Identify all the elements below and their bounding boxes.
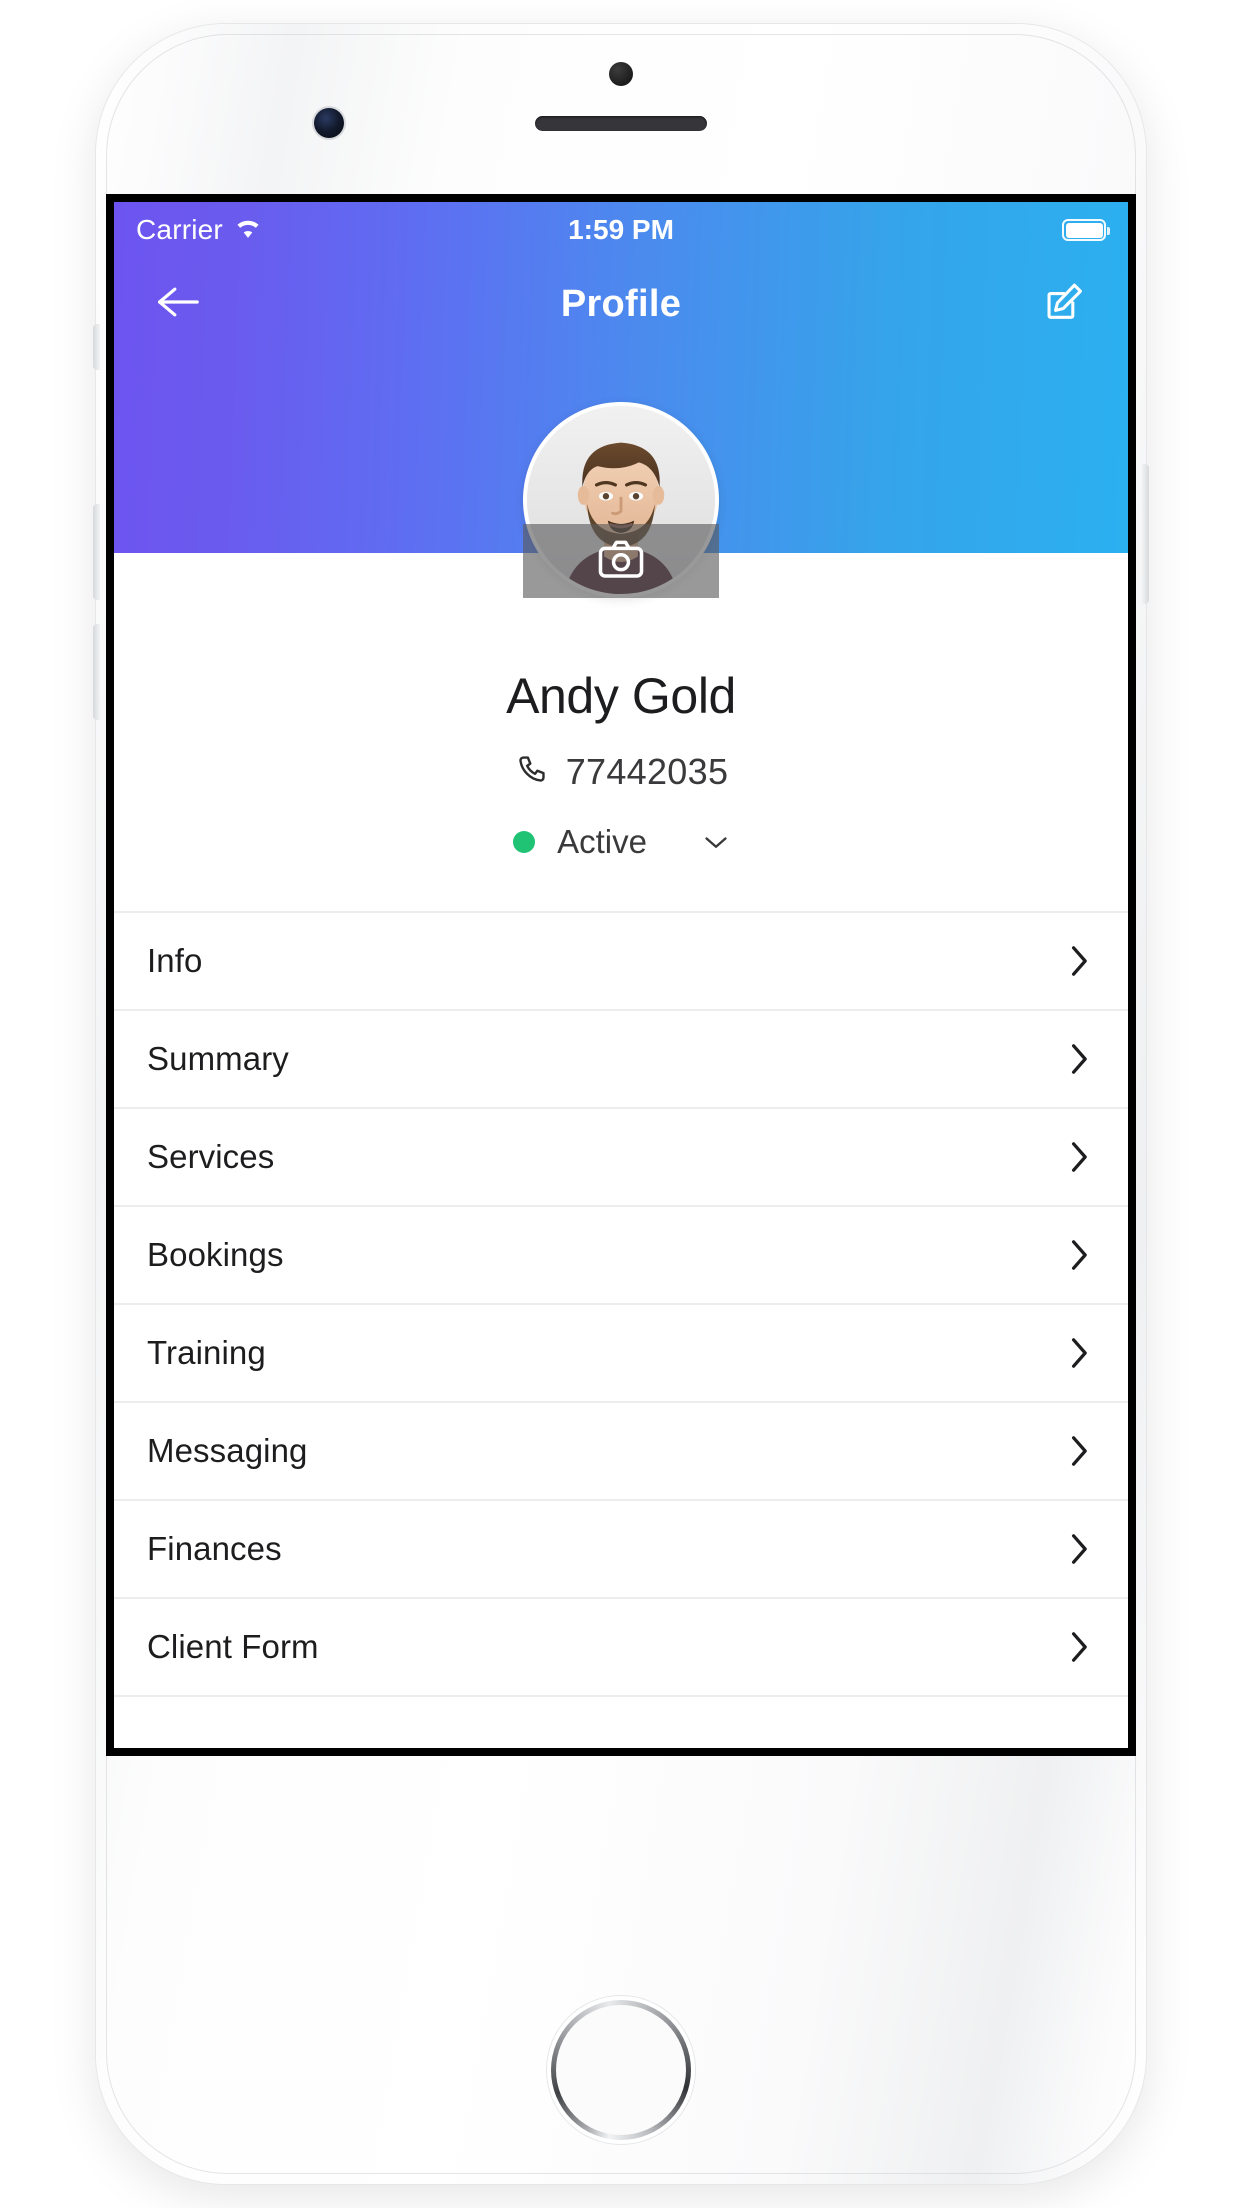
phone-device: Carrier 1:59 PM Profile Andy Gold 774420… [93,24,1149,2184]
power-button[interactable] [1142,464,1149,604]
menu-item-label: Messaging [147,1432,308,1469]
chevron-right-icon [1062,1042,1096,1076]
phone-icon [514,753,548,792]
menu-item-bookings[interactable]: Bookings [114,1207,1128,1305]
chevron-right-icon [1062,1336,1096,1370]
status-bar-left: Carrier [136,214,568,246]
battery-full-icon [1062,219,1111,241]
back-button[interactable] [148,274,208,334]
menu-item-messaging[interactable]: Messaging [114,1403,1128,1501]
navigation-bar: Profile [114,258,1128,350]
camera-icon [598,539,644,584]
status-bar-time: 1:59 PM [568,214,674,245]
chevron-right-icon [1062,1630,1096,1664]
profile-header-banner: Carrier 1:59 PM Profile [114,202,1128,598]
menu-item-label: Finances [147,1530,282,1567]
edit-pencil-icon [1041,279,1087,330]
front-camera-icon [314,108,344,138]
status-selector[interactable]: Active [513,823,729,861]
screen-frame: Carrier 1:59 PM Profile Andy Gold 774420… [106,194,1136,1756]
profile-phone-row[interactable]: 77442035 [114,751,1128,793]
menu-item-training[interactable]: Training [114,1305,1128,1403]
menu-item-info[interactable]: Info [114,913,1128,1011]
menu-item-label: Summary [147,1040,289,1077]
home-button-ring [551,2000,691,2140]
profile-phone-number: 77442035 [565,751,729,792]
arrow-left-icon [154,282,202,327]
status-indicator-dot [513,831,536,853]
edit-profile-button[interactable] [1034,274,1094,334]
battery-level-fill [1065,222,1103,238]
page-title: Profile [560,282,682,325]
chevron-down-icon[interactable] [703,829,729,855]
chevron-right-icon [1062,1532,1096,1566]
menu-item-summary[interactable]: Summary [114,1011,1128,1109]
volume-down-button[interactable] [93,624,100,720]
menu-item-label: Bookings [147,1236,284,1273]
menu-item-label: Info [147,942,203,979]
chevron-right-icon [1062,944,1096,978]
app-screen: Carrier 1:59 PM Profile Andy Gold 774420… [114,202,1128,1748]
menu-item-client-form[interactable]: Client Form [114,1599,1128,1697]
menu-item-label: Services [147,1138,275,1175]
volume-up-button[interactable] [93,504,100,600]
avatar-camera-overlay[interactable] [523,524,719,598]
silent-switch[interactable] [93,324,100,370]
status-bar-right [674,219,1111,241]
screenshot-stage: Carrier 1:59 PM Profile Andy Gold 774420… [0,0,1242,2208]
status-bar: Carrier 1:59 PM [114,202,1128,258]
earpiece-speaker-icon [535,116,707,131]
menu-item-label: Training [147,1334,266,1371]
avatar[interactable] [523,402,719,598]
profile-name: Andy Gold [506,668,736,724]
chevron-right-icon [1062,1140,1096,1174]
menu-item-finances[interactable]: Finances [114,1501,1128,1599]
menu-item-label: Client Form [147,1628,319,1665]
carrier-label: Carrier [136,214,223,245]
wifi-icon [233,216,263,245]
chevron-right-icon [1062,1434,1096,1468]
proximity-sensor-icon [609,62,633,86]
home-button[interactable] [547,1996,695,2144]
profile-menu-list: Info Summary Services Bookings Training … [114,911,1128,1697]
menu-item-services[interactable]: Services [114,1109,1128,1207]
profile-identity: Andy Gold 77442035 Active [114,553,1128,861]
chevron-right-icon [1062,1238,1096,1272]
status-badge: Active [557,823,647,860]
